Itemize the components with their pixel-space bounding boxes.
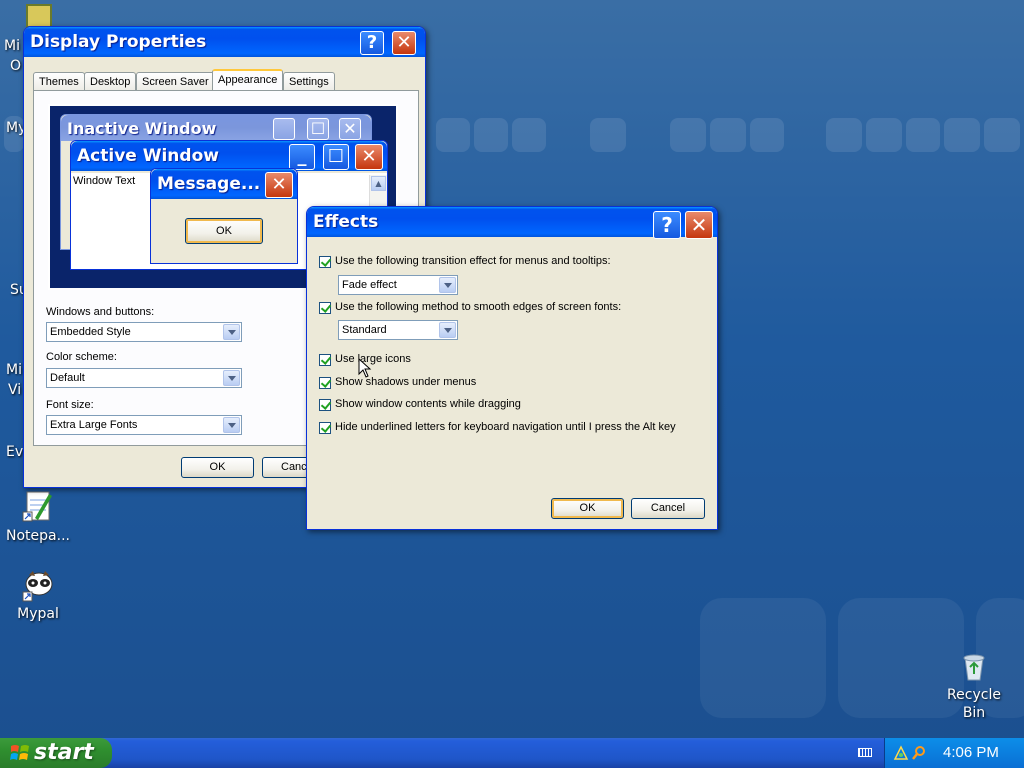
- preview-message-title: Message...: [157, 174, 261, 194]
- help-button[interactable]: ?: [653, 211, 681, 239]
- tab-settings[interactable]: Settings: [283, 72, 335, 91]
- windows-buttons-value: Embedded Style: [50, 326, 131, 338]
- smooth-edges-label: Use the following method to smooth edges…: [335, 301, 622, 313]
- transition-effect-label: Use the following transition effect for …: [335, 255, 611, 267]
- minimize-icon: [273, 118, 295, 140]
- desktop-icon-recycle-bin[interactable]: Recycle Bin: [938, 650, 1010, 722]
- network-icon[interactable]: [893, 745, 909, 761]
- tab-desktop[interactable]: Desktop: [84, 72, 137, 91]
- notepad-icon: [22, 491, 52, 522]
- preview-ok-button: OK: [185, 218, 263, 244]
- large-icons-checkbox[interactable]: [319, 354, 331, 366]
- effects-ok-button[interactable]: OK: [551, 498, 624, 519]
- windows-buttons-label: Windows and buttons:: [46, 306, 155, 318]
- color-scheme-select[interactable]: Default: [46, 368, 242, 388]
- minimize-icon: _: [289, 144, 315, 170]
- desktop-icon-label-fragment: O: [10, 58, 22, 74]
- ok-button[interactable]: OK: [181, 457, 254, 478]
- desktop-icon-notepad[interactable]: Notepa...: [2, 488, 74, 544]
- help-button[interactable]: ?: [360, 31, 384, 55]
- window-title: Display Properties: [30, 32, 207, 52]
- title-bar[interactable]: Display Properties ? ✕: [24, 27, 425, 57]
- windows-buttons-select[interactable]: Embedded Style: [46, 322, 242, 342]
- start-label: start: [34, 740, 94, 765]
- font-size-select[interactable]: Extra Large Fonts: [46, 415, 242, 435]
- maximize-icon: ☐: [323, 144, 349, 170]
- large-icons-label: Use large icons: [335, 353, 411, 365]
- drag-contents-checkbox[interactable]: [319, 399, 331, 411]
- title-bar[interactable]: Effects ? ✕: [307, 207, 717, 239]
- desktop-icon-mypal[interactable]: Mypal: [2, 570, 74, 622]
- start-button[interactable]: start: [0, 738, 112, 768]
- system-tray: 4:06 PM: [884, 738, 1024, 768]
- mypal-icon: [22, 571, 53, 602]
- desktop-icon-label-fragment: Ev: [6, 444, 24, 460]
- transition-effect-value: Fade effect: [342, 279, 397, 291]
- mouse-cursor-icon: [358, 358, 372, 378]
- preview-message-box: Message... ✕ OK: [150, 168, 298, 264]
- menu-shadows-checkbox[interactable]: [319, 377, 331, 389]
- tab-screen-saver[interactable]: Screen Saver: [136, 72, 215, 91]
- close-icon: ✕: [355, 144, 383, 170]
- desktop-icon-label-fragment: Mi: [6, 362, 22, 378]
- desktop-icon-label-fragment: Mi: [4, 38, 20, 54]
- smooth-edges-select[interactable]: Standard: [338, 320, 458, 340]
- close-icon: ✕: [339, 118, 361, 140]
- smooth-edges-checkbox[interactable]: [319, 302, 331, 314]
- tab-themes[interactable]: Themes: [33, 72, 85, 91]
- desktop-icon-label: Recycle Bin: [947, 687, 1001, 721]
- clock[interactable]: 4:06 PM: [943, 744, 999, 761]
- chevron-down-icon[interactable]: [439, 322, 456, 338]
- preview-active-title: Active Window: [77, 146, 219, 166]
- desktop-icon-label-fragment: Vi: [8, 382, 22, 398]
- maximize-icon: ☐: [307, 118, 329, 140]
- keyboard-icon[interactable]: [858, 748, 872, 757]
- desktop-icon-label: Mypal: [17, 606, 59, 622]
- chevron-down-icon[interactable]: [439, 277, 456, 293]
- font-size-value: Extra Large Fonts: [50, 419, 138, 431]
- font-size-label: Font size:: [46, 399, 94, 411]
- close-icon: ✕: [265, 172, 293, 198]
- chevron-down-icon[interactable]: [223, 324, 240, 340]
- preview-inactive-title: Inactive Window: [67, 119, 217, 138]
- close-button[interactable]: ✕: [392, 31, 416, 55]
- hide-underlines-checkbox[interactable]: [319, 422, 331, 434]
- chevron-down-icon[interactable]: [223, 370, 240, 386]
- windows-logo-icon: [10, 745, 29, 760]
- drag-contents-label: Show window contents while dragging: [335, 398, 521, 410]
- scheduled-tasks-icon[interactable]: [26, 4, 52, 28]
- preview-window-text: Window Text: [73, 175, 136, 187]
- recycle-bin-icon: [963, 654, 985, 681]
- color-scheme-label: Color scheme:: [46, 351, 117, 363]
- desktop-icon-label: Notepa...: [6, 528, 70, 544]
- tab-appearance[interactable]: Appearance: [212, 69, 284, 92]
- search-icon[interactable]: [911, 745, 927, 761]
- transition-effect-select[interactable]: Fade effect: [338, 275, 458, 295]
- color-scheme-value: Default: [50, 372, 85, 384]
- menu-shadows-label: Show shadows under menus: [335, 376, 477, 388]
- smooth-edges-value: Standard: [342, 324, 387, 336]
- chevron-down-icon[interactable]: [223, 417, 240, 433]
- close-button[interactable]: ✕: [685, 211, 713, 239]
- transition-effect-checkbox[interactable]: [319, 256, 331, 268]
- hide-underlines-label: Hide underlined letters for keyboard nav…: [335, 421, 676, 433]
- dialog-title: Effects: [313, 212, 379, 232]
- effects-cancel-button[interactable]: Cancel: [631, 498, 705, 519]
